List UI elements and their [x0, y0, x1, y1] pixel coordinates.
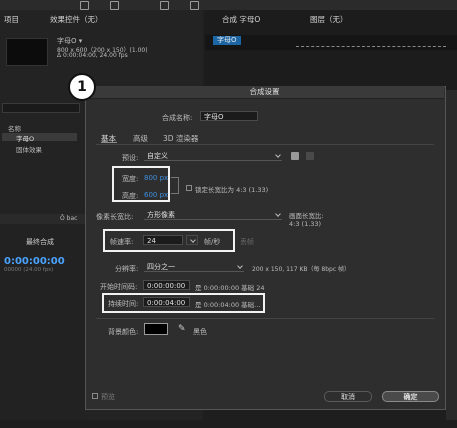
lock-aspect-checkbox[interactable]: [186, 185, 192, 191]
preset-value: 自定义: [147, 152, 168, 160]
project-thumbnail: [6, 38, 48, 66]
preset-dropdown[interactable]: 自定义: [144, 151, 282, 161]
save-preset-icon[interactable]: [291, 152, 299, 160]
right-panel-edge: [446, 90, 457, 420]
comp-name-label: 合成名称:: [162, 114, 193, 122]
chevron-down-icon: [275, 152, 281, 158]
start-timecode-label: 开始时间码:: [100, 283, 138, 291]
ok-button[interactable]: 确定: [382, 391, 439, 402]
chevron-down-icon: [275, 211, 281, 217]
pen-tool-icon[interactable]: [110, 1, 119, 10]
composition-chip[interactable]: 字母O: [213, 36, 241, 45]
timeline-timecode[interactable]: 0:00:00:00: [4, 256, 65, 267]
duration-label: 持续时间:: [108, 300, 139, 308]
app-toolbar: [0, 0, 457, 10]
preset-label: 预设:: [122, 154, 139, 162]
link-bracket: [171, 177, 179, 194]
selection-tool-icon[interactable]: [80, 1, 89, 10]
dialog-title: 合成设置: [85, 86, 444, 99]
resolution-label: 分辨率:: [115, 265, 139, 273]
tab-divider: [96, 144, 434, 145]
tab-basic-underline: [101, 142, 117, 143]
resolution-value: 四分之一: [147, 263, 175, 271]
width-label: 宽度:: [122, 175, 139, 183]
drop-frame-dropdown[interactable]: 丢帧: [240, 237, 254, 247]
chevron-down-icon: [237, 263, 243, 269]
start-timecode-input[interactable]: 0:00:00:00: [143, 280, 190, 290]
width-value[interactable]: 800 px: [144, 174, 168, 182]
duration-info: 是 0:00:04:00 基础...: [195, 301, 261, 309]
list-item-label: 字母O: [16, 135, 35, 143]
background-color-name: 黑色: [193, 328, 207, 336]
preview-label: 预览: [101, 393, 115, 401]
frame-rate-label: 帧速率:: [110, 238, 134, 246]
background-color-label: 背景颜色:: [108, 328, 139, 336]
frame-rate-input[interactable]: 24: [143, 235, 183, 245]
preview-checkbox[interactable]: [92, 393, 98, 399]
timeline-panel: [0, 225, 85, 420]
pixel-aspect-dropdown[interactable]: 方形像素: [144, 210, 282, 220]
cancel-button[interactable]: 取消: [324, 391, 372, 402]
chevron-down-icon: [190, 237, 196, 243]
lock-aspect-label: 锁定长宽比为 4:3 (1.33): [195, 186, 269, 194]
tab-project[interactable]: 项目: [4, 14, 19, 25]
height-value[interactable]: 600 px: [144, 191, 168, 199]
project-item-meta-duration: Δ 0:00:04:00, 24.00 fps: [57, 52, 128, 59]
timeline-fps: 00000 (24.00 fps): [4, 267, 54, 273]
resolution-dropdown[interactable]: 四分之一: [144, 262, 244, 272]
background-color-swatch[interactable]: [144, 323, 168, 335]
duration-input[interactable]: 0:00:04:00: [143, 297, 190, 307]
tab-advanced[interactable]: 高级: [133, 133, 148, 144]
frame-aspect-label: 画面长宽比:: [289, 212, 324, 220]
frame-rate-dropdown[interactable]: [186, 235, 198, 245]
resolution-info: 200 x 150, 117 KB（每 8bpc 帧）: [252, 266, 351, 273]
tab-layer[interactable]: 图层（无）: [310, 14, 348, 25]
pixel-aspect-value: 方形像素: [147, 211, 175, 219]
tab-composition[interactable]: 合成 字母O: [222, 14, 260, 25]
list-item-folder[interactable]: 固体效果: [2, 144, 77, 154]
project-search-input[interactable]: [2, 103, 80, 113]
timeline-toolbar: Ô bac: [0, 214, 85, 224]
puppet-tool-icon[interactable]: [190, 1, 199, 10]
timeline-search-chip[interactable]: Ô bac: [60, 215, 77, 222]
viewer-ruler: [296, 46, 446, 50]
section-divider: [96, 318, 434, 319]
tab-3d-renderer[interactable]: 3D 渲染器: [163, 133, 198, 144]
column-header-name[interactable]: 名称: [8, 123, 21, 133]
tab-timeline-comp[interactable]: 最终合成: [26, 237, 54, 247]
eyedropper-icon[interactable]: ✎: [178, 324, 186, 334]
step-number-badge: 1: [68, 73, 96, 101]
frame-aspect-value: 4:3 (1.33): [289, 220, 322, 228]
height-label: 高度:: [122, 192, 139, 200]
brush-tool-icon[interactable]: [160, 1, 169, 10]
comp-name-input[interactable]: 字母O: [200, 111, 258, 121]
start-timecode-info: 是 0:00:00:00 基础 24: [195, 284, 265, 292]
tab-effect-controls[interactable]: 效果控件（无）: [50, 14, 103, 25]
list-item-comp[interactable]: 字母O: [2, 133, 77, 143]
pixel-aspect-label: 像素长宽比:: [96, 213, 134, 221]
delete-preset-icon[interactable]: [306, 152, 314, 160]
frame-rate-unit: 帧/秒: [204, 238, 221, 246]
list-item-label: 固体效果: [16, 146, 42, 154]
